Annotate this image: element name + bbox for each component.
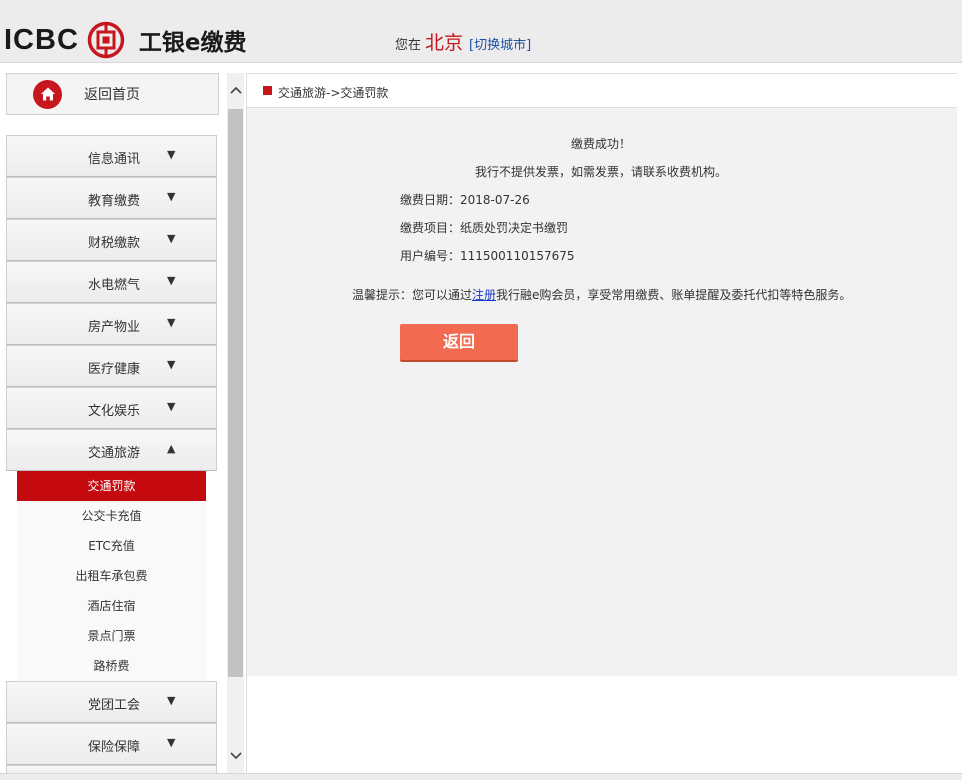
sidebar-item-label: 房产物业 xyxy=(87,320,140,335)
chevron-down-icon: ▼ xyxy=(167,232,176,245)
scroll-up-icon[interactable] xyxy=(227,73,244,107)
chevron-down-icon: ▼ xyxy=(167,400,176,413)
header: ICBC 工银e缴费 您在 北京 [切换城市] xyxy=(0,0,962,63)
city-selector: 您在 北京 [切换城市] xyxy=(395,28,531,55)
home-label: 返回首页 xyxy=(84,87,140,103)
chevron-down-icon: ▼ xyxy=(167,358,176,371)
home-button[interactable]: 返回首页 xyxy=(6,73,219,115)
tip-prefix: 温馨提示：您可以通过 xyxy=(352,288,473,302)
sidebar-item-label: 党团工会 xyxy=(87,698,140,713)
home-icon xyxy=(33,79,62,109)
sidebar-item-label: 教育缴费 xyxy=(87,194,140,209)
payment-item: 缴费项目：纸质处罚决定书缴罚 xyxy=(400,221,569,235)
submenu-item-toll[interactable]: 路桥费 xyxy=(17,651,206,681)
sidebar-item-utilities[interactable]: 水电燃气 ▼ xyxy=(6,261,217,303)
logo-text: ICBC xyxy=(4,23,79,56)
success-title: 缴费成功！ xyxy=(571,137,632,151)
submenu-item-scenic-tickets[interactable]: 景点门票 xyxy=(17,621,206,651)
sidebar-item-label: 水电燃气 xyxy=(87,278,140,293)
chevron-down-icon: ▼ xyxy=(167,148,176,161)
sidebar-scrollbar[interactable] xyxy=(227,73,244,773)
chevron-down-icon: ▼ xyxy=(167,190,176,203)
breadcrumb-text: 交通旅游->交通罚款 xyxy=(278,86,389,100)
sidebar-item-entertainment[interactable]: 文化娱乐 ▼ xyxy=(6,387,217,429)
submenu-item-bus-card[interactable]: 公交卡充值 xyxy=(17,501,206,531)
sidebar-item-label: 保险保障 xyxy=(87,740,140,755)
icbc-emblem-icon xyxy=(87,21,125,59)
chevron-down-icon: ▼ xyxy=(167,694,176,707)
chevron-down-icon: ▼ xyxy=(167,316,176,329)
chevron-up-icon: ▲ xyxy=(167,442,176,455)
breadcrumb-square-icon xyxy=(263,86,272,95)
sidebar-item-medical[interactable]: 医疗健康 ▼ xyxy=(6,345,217,387)
icbc-logo[interactable]: ICBC 工银e缴费 xyxy=(4,20,247,60)
city-name: 北京 xyxy=(425,32,464,54)
result-panel: 缴费成功！ 我行不提供发票，如需发票，请联系收费机构。 缴费日期：2018-07… xyxy=(247,108,957,676)
submenu-item-hotel[interactable]: 酒店住宿 xyxy=(17,591,206,621)
scroll-down-icon[interactable] xyxy=(227,739,244,773)
payment-date: 缴费日期：2018-07-26 xyxy=(400,193,530,207)
sidebar-item-label: 医疗健康 xyxy=(87,362,140,377)
breadcrumb: 交通旅游->交通罚款 xyxy=(247,74,957,108)
submenu-transport-travel: 交通罚款 公交卡充值 ETC充值 出租车承包费 酒店住宿 景点门票 路桥费 xyxy=(17,471,206,681)
sidebar-item-education[interactable]: 教育缴费 ▼ xyxy=(6,177,217,219)
city-prefix: 您在 xyxy=(395,38,422,53)
sidebar-item-label: 交通旅游 xyxy=(87,446,140,461)
register-link[interactable]: 注册 xyxy=(472,288,496,302)
user-number: 用户编号：111500110157675 xyxy=(400,249,575,263)
sidebar-item-property[interactable]: 房产物业 ▼ xyxy=(6,303,217,345)
back-button[interactable]: 返回 xyxy=(400,324,518,360)
submenu-item-taxi-fee[interactable]: 出租车承包费 xyxy=(17,561,206,591)
switch-city-link[interactable]: [切换城市] xyxy=(469,34,531,53)
scroll-thumb[interactable] xyxy=(228,109,243,677)
sidebar-item-tax[interactable]: 财税缴款 ▼ xyxy=(6,219,217,261)
invoice-note: 我行不提供发票，如需发票，请联系收费机构。 xyxy=(475,165,728,179)
sidebar-item-label: 财税缴款 xyxy=(87,236,140,251)
chevron-down-icon: ▼ xyxy=(167,274,176,287)
main-content: 交通旅游->交通罚款 缴费成功！ 我行不提供发票，如需发票，请联系收费机构。 缴… xyxy=(246,73,957,775)
sidebar-item-telecom[interactable]: 信息通讯 ▼ xyxy=(6,135,217,177)
sidebar-item-transport-travel[interactable]: 交通旅游 ▲ xyxy=(6,429,217,471)
tip-suffix: 我行融e购会员，享受常用缴费、账单提醒及委托代扣等特色服务。 xyxy=(496,288,852,302)
submenu-item-traffic-fine[interactable]: 交通罚款 xyxy=(17,471,206,501)
brand-name: 工银e缴费 xyxy=(138,30,247,56)
sidebar-item-label: 文化娱乐 xyxy=(87,404,140,419)
sidebar-item-label: 信息通讯 xyxy=(87,152,140,167)
submenu-item-etc[interactable]: ETC充值 xyxy=(17,531,206,561)
sidebar-item-party-union[interactable]: 党团工会 ▼ xyxy=(6,681,217,723)
chevron-down-icon: ▼ xyxy=(167,736,176,749)
tip-text: 温馨提示：您可以通过注册我行融e购会员，享受常用缴费、账单提醒及委托代扣等特色服… xyxy=(352,286,851,303)
sidebar-item-insurance[interactable]: 保险保障 ▼ xyxy=(6,723,217,765)
